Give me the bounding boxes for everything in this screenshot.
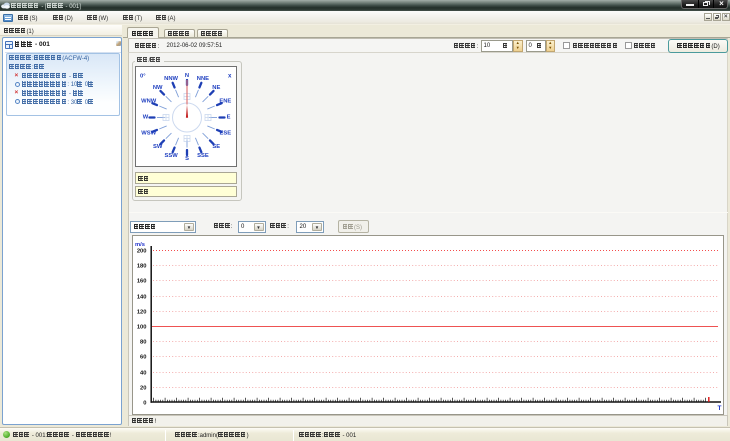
svg-text:S: S [185,156,189,162]
svg-text:0°: 0° [140,74,146,80]
svg-text:T: T [717,405,721,412]
svg-text:0: 0 [143,401,146,407]
svg-text:120: 120 [136,310,146,316]
svg-text:SSW: SSW [164,153,178,159]
svg-text:60: 60 [140,355,146,361]
svg-text:NNW: NNW [164,76,178,82]
svg-text:ENE: ENE [219,99,231,105]
svg-text:NE: NE [212,85,220,91]
svg-text:100: 100 [136,325,146,331]
svg-text:180: 180 [136,264,146,270]
svg-text:N: N [185,73,189,79]
svg-text:ESE: ESE [219,130,231,136]
svg-text:140: 140 [136,295,146,301]
svg-text:x: x [228,73,232,80]
svg-text:20: 20 [140,386,146,392]
svg-text:200: 200 [136,249,146,255]
svg-text:E: E [227,115,231,121]
svg-text:W: W [143,115,149,121]
svg-text:NW: NW [153,85,163,91]
svg-text:SSE: SSE [197,153,209,159]
svg-text:SE: SE [212,144,220,150]
svg-text:SW: SW [153,144,163,150]
svg-text:NNE: NNE [197,76,209,82]
svg-text:m/s: m/s [135,242,145,248]
svg-text:WSW: WSW [141,130,156,136]
svg-text:WNW: WNW [141,99,157,105]
svg-text:40: 40 [140,371,146,377]
svg-text:80: 80 [140,340,146,346]
svg-text:160: 160 [136,279,146,285]
